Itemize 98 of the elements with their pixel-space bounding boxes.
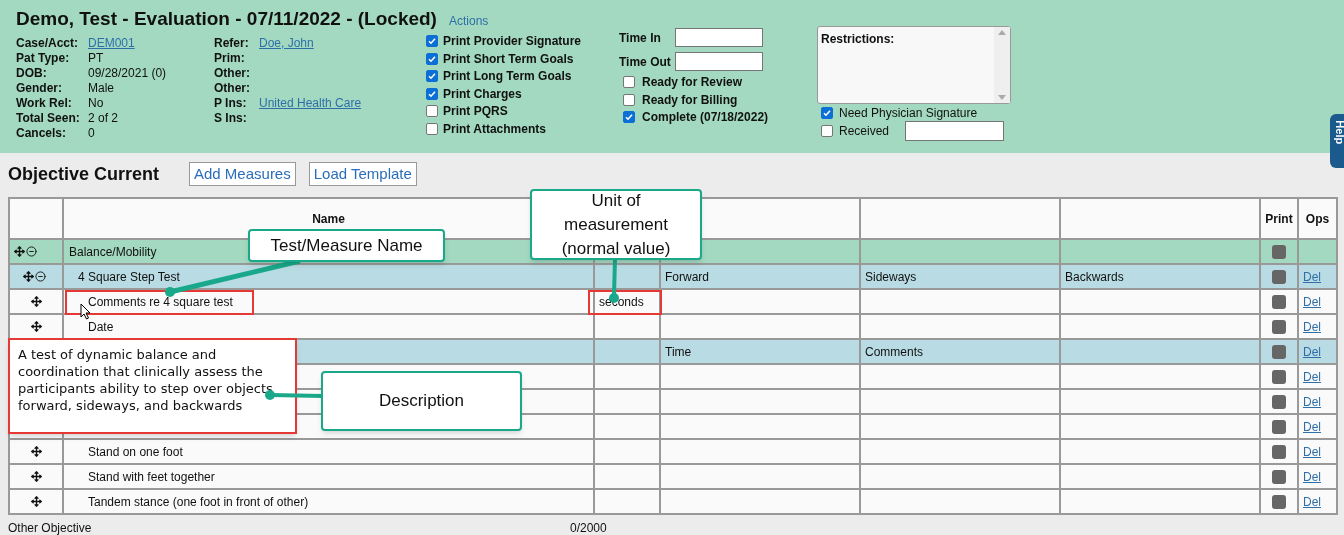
restrictions-field[interactable]: Restrictions: xyxy=(817,25,1011,104)
field-label: Pat Type: xyxy=(16,50,71,67)
field-link[interactable]: Doe, John xyxy=(259,34,314,52)
field-label: DOB: xyxy=(16,65,48,82)
column-header: Print xyxy=(1265,211,1293,226)
checkbox-label: Ready for Review xyxy=(642,74,743,92)
print-toggle[interactable] xyxy=(1272,419,1286,434)
field-label: Restrictions: xyxy=(820,30,896,48)
field-label: Case/Acct: xyxy=(16,35,80,52)
page-title: Demo, Test - Evaluation - 07/11/2022 - (Locked) xyxy=(16,7,437,31)
field-label: Time In xyxy=(619,29,662,47)
description-tooltip: A test of dynamic balance and coordination that clinically assess the participants ability to step over objects forward, sideways, and backwards xyxy=(8,338,297,434)
print-toggle[interactable] xyxy=(1272,294,1286,309)
field-value: Male xyxy=(88,80,114,97)
character-counter: 0/2000 xyxy=(570,520,607,535)
checkbox[interactable] xyxy=(426,35,438,48)
field-link[interactable]: United Health Care xyxy=(259,94,362,112)
field-label: Gender: xyxy=(16,80,63,97)
table-cell: Date xyxy=(88,319,114,334)
move-icon[interactable] xyxy=(30,446,42,457)
checkbox-label: Print Long Term Goals xyxy=(443,68,572,86)
time-field[interactable] xyxy=(675,52,763,71)
field-value: 09/28/2021 (0) xyxy=(88,65,167,82)
table-cell: Balance/Mobility xyxy=(69,244,157,259)
table-cell: Sideways xyxy=(865,269,917,284)
field-label: S Ins: xyxy=(214,110,248,127)
print-toggle[interactable] xyxy=(1272,344,1286,359)
collapse-icon[interactable] xyxy=(26,246,37,257)
table-cell: Forward xyxy=(665,269,709,284)
print-toggle[interactable] xyxy=(1272,269,1286,284)
print-toggle[interactable] xyxy=(1272,244,1286,259)
move-icon[interactable] xyxy=(30,471,42,482)
checkbox-label: Need Physician Signature xyxy=(839,104,978,122)
received-date-field[interactable] xyxy=(905,120,1004,141)
field-label: Work Rel: xyxy=(16,95,73,112)
checkbox-label: Print Attachments xyxy=(443,120,546,138)
print-toggle[interactable] xyxy=(1272,319,1286,334)
field-label: Total Seen: xyxy=(16,110,81,127)
toolbar-button[interactable]: Add Measures xyxy=(189,162,296,186)
checkbox[interactable] xyxy=(623,111,635,124)
table-cell: Tandem stance (one foot in front of other) xyxy=(88,494,309,509)
print-toggle[interactable] xyxy=(1272,444,1286,459)
collapse-icon[interactable] xyxy=(35,271,46,282)
callout: Unit of measurement (normal value) xyxy=(530,189,702,260)
table-cell: Comments xyxy=(865,344,923,359)
checkbox[interactable] xyxy=(426,87,438,100)
column-header: Name xyxy=(312,211,345,226)
field-label: Other Objective xyxy=(8,520,93,535)
table-cell: 4 Square Step Test xyxy=(78,269,180,284)
field-label: Refer: xyxy=(214,35,250,52)
callout: Test/Measure Name xyxy=(248,229,445,262)
field-value: 2 of 2 xyxy=(88,110,119,127)
print-toggle[interactable] xyxy=(1272,494,1286,509)
checkbox[interactable] xyxy=(623,93,635,106)
checkbox[interactable] xyxy=(426,122,438,135)
field-label: Cancels: xyxy=(16,125,68,142)
move-icon[interactable] xyxy=(30,496,42,507)
checkbox-label: Complete (07/18/2022) xyxy=(642,109,769,127)
field-label: Prim: xyxy=(214,50,246,67)
field-label: P Ins: xyxy=(214,95,248,112)
checkbox[interactable] xyxy=(426,105,438,118)
actions-link[interactable]: Actions xyxy=(448,12,489,30)
callout: Description xyxy=(321,371,522,431)
table-cell: Time xyxy=(665,344,692,359)
field-value: No xyxy=(88,95,104,112)
checkbox[interactable] xyxy=(426,52,438,65)
field-label: Other: xyxy=(214,80,251,97)
section-title: Objective Current xyxy=(8,162,161,186)
checkbox[interactable] xyxy=(426,70,438,83)
field-value: PT xyxy=(88,50,104,67)
checkbox[interactable] xyxy=(821,124,833,137)
print-toggle[interactable] xyxy=(1272,469,1286,484)
checkbox-label: Print Provider Signature xyxy=(443,33,582,51)
field-label: Other: xyxy=(214,65,251,82)
field-value: 0 xyxy=(88,125,95,142)
move-icon[interactable] xyxy=(14,246,25,257)
checkbox-label: Ready for Billing xyxy=(642,91,738,109)
move-icon[interactable] xyxy=(23,271,34,282)
table-cell: Stand on one foot xyxy=(88,444,183,459)
table-cell: Comments re 4 square test xyxy=(88,294,233,309)
checkbox[interactable] xyxy=(821,106,833,119)
field-label: Time Out xyxy=(619,53,672,71)
checkbox-label: Received xyxy=(839,122,891,140)
print-toggle[interactable] xyxy=(1272,369,1286,384)
column-header: Ops xyxy=(1305,211,1330,226)
toolbar-button[interactable]: Load Template xyxy=(308,162,417,186)
checkbox-label: Print PQRS xyxy=(443,103,508,121)
move-icon[interactable] xyxy=(30,296,42,307)
checkbox[interactable] xyxy=(623,76,635,89)
checkbox-label: Print Short Term Goals xyxy=(443,50,574,68)
time-field[interactable] xyxy=(675,28,763,47)
checkbox-label: Print Charges xyxy=(443,85,522,103)
table-cell: Backwards xyxy=(1065,269,1124,284)
help-tab[interactable]: Help xyxy=(1330,114,1344,168)
field-link[interactable]: DEM001 xyxy=(88,34,135,52)
table-cell: Stand with feet together xyxy=(88,469,215,484)
move-icon[interactable] xyxy=(30,321,42,332)
print-toggle[interactable] xyxy=(1272,394,1286,409)
